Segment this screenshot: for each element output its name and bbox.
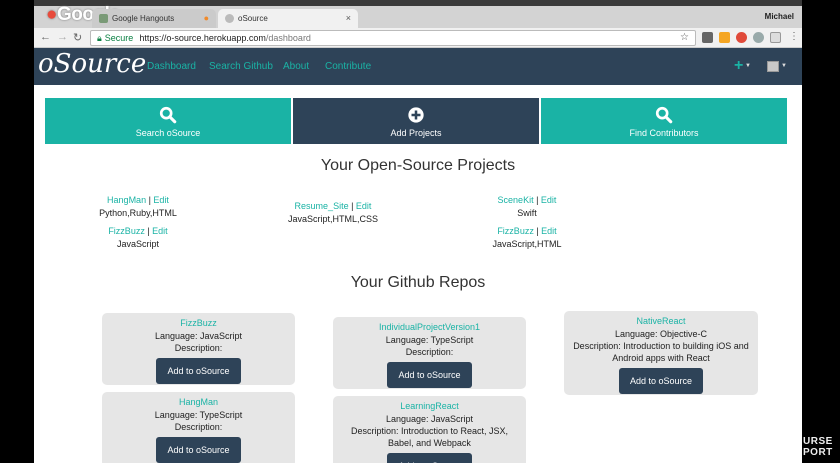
edit-link[interactable]: Edit <box>541 195 557 205</box>
search-icon <box>159 106 177 124</box>
project-item: SceneKit | Edit Swift <box>467 195 587 218</box>
watermark: URSE PORT <box>803 436 833 458</box>
add-to-osource-button[interactable]: Add to oSource <box>156 358 241 384</box>
edit-link[interactable]: Edit <box>153 195 169 205</box>
repo-name[interactable]: FizzBuzz <box>102 318 295 328</box>
project-item: HangMan | Edit Python,Ruby,HTML <box>78 195 198 218</box>
project-languages: JavaScript,HTML <box>492 239 562 249</box>
search-icon <box>655 106 673 124</box>
extension-icon[interactable] <box>719 32 730 43</box>
project-link[interactable]: Resume_Site <box>295 201 349 211</box>
project-link[interactable]: FizzBuzz <box>108 226 145 236</box>
edit-link[interactable]: Edit <box>152 226 168 236</box>
chevron-down-icon: ▼ <box>781 63 787 69</box>
find-contributors-button[interactable]: Find Contributors <box>541 98 787 144</box>
add-to-osource-button[interactable]: Add to oSource <box>156 437 241 463</box>
back-icon[interactable]: ← <box>40 31 51 43</box>
url-input[interactable]: 🔒︎ Secure https://o-source.herokuapp.com/d… <box>90 30 696 46</box>
projects-heading: Your Open-Source Projects <box>320 157 516 174</box>
project-link[interactable]: HangMan <box>107 195 146 205</box>
bookmark-star-icon[interactable]: ☆ <box>680 32 689 43</box>
repo-language: Language: JavaScript <box>154 331 243 341</box>
nav-search-github[interactable]: Search Github <box>209 61 273 72</box>
hangouts-icon <box>99 14 108 23</box>
edit-link[interactable]: Edit <box>541 226 557 236</box>
add-to-osource-button[interactable]: Add to oSource <box>387 453 472 463</box>
tab-osource[interactable]: oSource × <box>218 9 358 28</box>
repo-description: Description: Introduction to building iO… <box>573 341 749 363</box>
repo-description: Description: <box>174 343 223 353</box>
project-link[interactable]: FizzBuzz <box>497 226 534 236</box>
project-languages: Python,Ruby,HTML <box>99 208 177 218</box>
nav-contribute[interactable]: Contribute <box>325 61 371 72</box>
extension-icon[interactable] <box>736 32 747 43</box>
tab-title: oSource <box>238 14 268 23</box>
project-languages: Swift <box>517 208 537 218</box>
repo-language: Language: JavaScript <box>385 414 474 424</box>
project-item: FizzBuzz | Edit JavaScript,HTML <box>467 226 587 249</box>
menu-dots-icon[interactable]: ⋮ <box>789 31 799 42</box>
chevron-down-icon: ▼ <box>745 63 751 69</box>
extension-icon[interactable] <box>702 32 713 43</box>
repo-name[interactable]: HangMan <box>102 397 295 407</box>
repo-name[interactable]: LearningReact <box>333 401 526 411</box>
search-osource-button[interactable]: Search oSource <box>45 98 291 144</box>
project-item: Resume_Site | Edit JavaScript,HTML,CSS <box>273 201 393 224</box>
repo-card: LearningReact Language: JavaScript Descr… <box>333 396 526 463</box>
project-languages: JavaScript,HTML,CSS <box>287 214 379 224</box>
repos-heading: Your Github Repos <box>350 274 486 291</box>
avatar[interactable] <box>767 61 779 72</box>
nav-about[interactable]: About <box>283 61 309 72</box>
add-projects-button[interactable]: Add Projects <box>293 98 539 144</box>
add-to-osource-button[interactable]: Add to oSource <box>618 368 704 394</box>
forward-icon[interactable]: → <box>57 31 68 43</box>
tab-title: Google Hangouts <box>112 14 175 23</box>
lock-icon: 🔒︎ <box>97 33 102 43</box>
nav-dashboard[interactable]: Dashboard <box>147 61 196 72</box>
profile-name[interactable]: Michael <box>765 12 794 21</box>
repo-description: Description: Introduction to React, JSX,… <box>350 426 509 448</box>
repo-card: NativeReact Language: Objective-C Descri… <box>564 311 758 395</box>
reload-icon[interactable]: ↻ <box>73 31 82 44</box>
tab-hangouts[interactable]: Google Hangouts ● <box>92 9 216 28</box>
plus-circle-icon <box>408 107 424 123</box>
project-item: FizzBuzz | Edit JavaScript <box>78 226 198 249</box>
tab-close-icon[interactable]: × <box>346 13 351 23</box>
repo-language: Language: TypeScript <box>154 410 243 420</box>
repo-description: Description: <box>174 422 223 432</box>
project-languages: JavaScript <box>116 239 160 249</box>
repo-name[interactable]: IndividualProjectVersion1 <box>333 322 526 332</box>
repo-card: HangMan Language: TypeScript Description… <box>102 392 295 463</box>
extension-icon[interactable] <box>770 32 781 43</box>
tab-close-icon[interactable]: ● <box>204 13 209 23</box>
address-bar: ← → ↻ 🔒︎ Secure https://o-source.herokuapp… <box>34 28 802 48</box>
repo-card: FizzBuzz Language: JavaScript Descriptio… <box>102 313 295 385</box>
repo-card: IndividualProjectVersion1 Language: Type… <box>333 317 526 389</box>
repo-name[interactable]: NativeReact <box>564 316 758 326</box>
brand-logo[interactable]: oSource <box>38 49 146 79</box>
browser-window: ●Google Google Hangouts ● oSource × Mich… <box>34 0 802 463</box>
repo-language: Language: Objective-C <box>614 329 708 339</box>
edit-link[interactable]: Edit <box>356 201 372 211</box>
repo-language: Language: TypeScript <box>385 335 474 345</box>
tab-strip: ●Google Google Hangouts ● oSource × Mich… <box>34 4 802 28</box>
add-to-osource-button[interactable]: Add to oSource <box>387 362 472 388</box>
app-navbar: oSource Dashboard Search Github About Co… <box>34 48 802 85</box>
page-icon <box>225 14 234 23</box>
add-dropdown-button[interactable]: + <box>734 57 743 75</box>
repo-description: Description: <box>405 347 454 357</box>
project-link[interactable]: SceneKit <box>498 195 534 205</box>
extension-icon[interactable] <box>753 32 764 43</box>
